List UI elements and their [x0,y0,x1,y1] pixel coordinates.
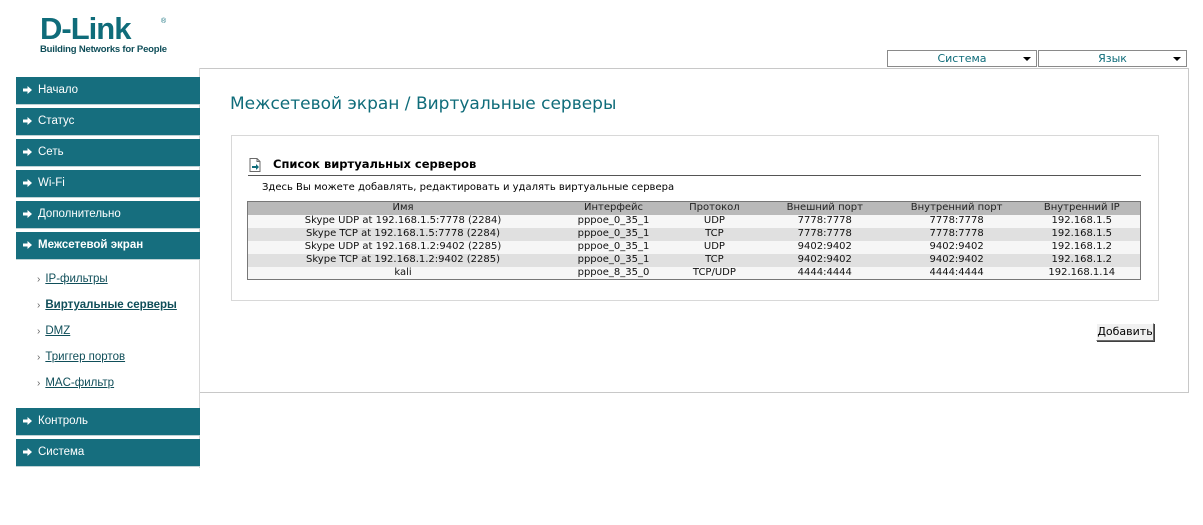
subnav-item-label[interactable]: MAC-фильтр [45,377,114,389]
logo-tagline: Building Networks for People [40,44,167,55]
cell-external-port: 9402:9402 [759,240,890,254]
cell-external-port: 9402:9402 [759,253,890,267]
sidebar-item-label: Дополнительно [38,208,121,220]
sidebar-item-label: Начало [38,84,79,96]
table-row[interactable]: Skype TCP at 192.168.1.5:7778 (2284) ppp… [247,227,1141,241]
arrow-right-icon [23,86,32,94]
subnav-item-virtual-servers[interactable]: › Виртуальные серверы [37,299,177,311]
cell-interface: pppoe_8_35_0 [558,266,669,280]
subnav-item-label[interactable]: DMZ [45,325,70,337]
virtual-servers-table: Имя Интерфейс Протокол Внешний порт Внут… [247,201,1141,280]
cell-name: Skype UDP at 192.168.1.2:9402 (2285) [247,240,559,254]
arrow-right-icon [23,210,32,218]
arrow-right-icon [23,179,32,187]
cell-internal-ip: 192.168.1.2 [1023,253,1141,267]
dlink-logo: D-Link ® Building Networks for People [40,11,170,56]
sidebar-item-label: Система [38,446,85,458]
cell-internal-port: 9402:9402 [889,253,1024,267]
subnav-item-label[interactable]: IP-фильтры [45,273,107,285]
cell-name: Skype TCP at 192.168.1.5:7778 (2284) [247,227,559,241]
language-select[interactable]: Язык [1038,50,1187,67]
cell-interface: pppoe_0_35_1 [558,240,669,254]
sidebar-item-start[interactable]: Начало [16,77,200,105]
system-select[interactable]: Система [887,50,1037,67]
cell-internal-port: 7778:7778 [889,214,1024,228]
arrow-right-icon [23,148,32,156]
subnav-item-label[interactable]: Триггер портов [45,351,125,363]
sidebar-item-label: Сеть [38,146,64,158]
panel-description: Здесь Вы можете добавлять, редактировать… [262,182,675,193]
cell-name: Skype UDP at 192.168.1.5:7778 (2284) [247,214,559,228]
sidebar-item-network[interactable]: Сеть [16,139,200,167]
column-header-internal-port: Внутренний порт [889,201,1024,215]
chevron-down-icon [1023,57,1031,61]
cell-external-port: 4444:4444 [759,266,890,280]
table-row[interactable]: Skype TCP at 192.168.1.2:9402 (2285) ppp… [247,253,1141,267]
sidebar-item-label: Межсетевой экран [38,239,144,251]
cell-protocol: TCP [668,227,760,241]
subnav-item-dmz[interactable]: › DMZ [37,325,70,337]
subnav-item-ip-filters[interactable]: › IP-фильтры [37,273,108,285]
column-header-protocol: Протокол [668,201,760,215]
cell-external-port: 7778:7778 [759,227,890,241]
registered-mark: ® [161,18,167,25]
cell-name: kali [247,266,559,280]
panel-title: Список виртуальных серверов [273,157,477,171]
panel-divider [248,175,1141,176]
subnav-item-mac-filter[interactable]: › MAC-фильтр [37,377,114,389]
add-button[interactable]: Добавить [1096,323,1154,341]
sidebar-item-status[interactable]: Статус [16,108,200,136]
sidebar-item-label: Wi-Fi [38,177,65,189]
cell-protocol: TCP [668,253,760,267]
column-header-interface: Интерфейс [558,201,669,215]
table-header-row: Имя Интерфейс Протокол Внешний порт Внут… [247,201,1141,215]
cell-external-port: 7778:7778 [759,214,890,228]
language-select-label: Язык [1098,52,1127,65]
cell-internal-ip: 192.168.1.5 [1023,214,1141,228]
arrow-right-icon [23,117,32,125]
cell-interface: pppoe_0_35_1 [558,227,669,241]
page-title: Межсетевой экран / Виртуальные серверы [230,94,617,114]
sidebar-item-control[interactable]: Контроль [16,408,200,436]
cell-name: Skype TCP at 192.168.1.2:9402 (2285) [247,253,559,267]
sidebar-item-label: Статус [38,115,75,127]
table-row[interactable]: kali pppoe_8_35_0 TCP/UDP 4444:4444 4444… [247,266,1141,280]
cell-internal-port: 4444:4444 [889,266,1024,280]
arrow-right-icon [23,241,32,249]
subnav-item-label[interactable]: Виртуальные серверы [45,299,177,311]
chevron-down-icon [1173,57,1181,61]
table-row[interactable]: Skype UDP at 192.168.1.2:9402 (2285) ppp… [247,240,1141,254]
arrow-right-icon [23,448,32,456]
cell-protocol: UDP [668,240,760,254]
cell-internal-ip: 192.168.1.14 [1023,266,1141,280]
column-header-internal-ip: Внутренний IP [1023,201,1141,215]
cell-protocol: UDP [668,214,760,228]
arrow-right-icon [23,417,32,425]
add-document-icon [249,158,261,172]
table-row[interactable]: Skype UDP at 192.168.1.5:7778 (2284) ppp… [247,214,1141,228]
sidebar-item-system[interactable]: Система [16,439,200,467]
subnav-item-port-trigger[interactable]: › Триггер портов [37,351,125,363]
sidebar-item-advanced[interactable]: Дополнительно [16,201,200,229]
cell-interface: pppoe_0_35_1 [558,253,669,267]
column-header-name: Имя [247,201,559,215]
logo-brand: D-Link [40,11,131,46]
sidebar-item-label: Контроль [38,415,88,427]
sidebar-item-wifi[interactable]: Wi-Fi [16,170,200,198]
cell-internal-port: 9402:9402 [889,240,1024,254]
sidebar-item-firewall[interactable]: Межсетевой экран [16,232,200,260]
cell-internal-ip: 192.168.1.2 [1023,240,1141,254]
cell-interface: pppoe_0_35_1 [558,214,669,228]
cell-internal-ip: 192.168.1.5 [1023,227,1141,241]
cell-internal-port: 7778:7778 [889,227,1024,241]
cell-protocol: TCP/UDP [668,266,760,280]
column-header-external-port: Внешний порт [759,201,890,215]
system-select-label: Система [937,52,987,65]
